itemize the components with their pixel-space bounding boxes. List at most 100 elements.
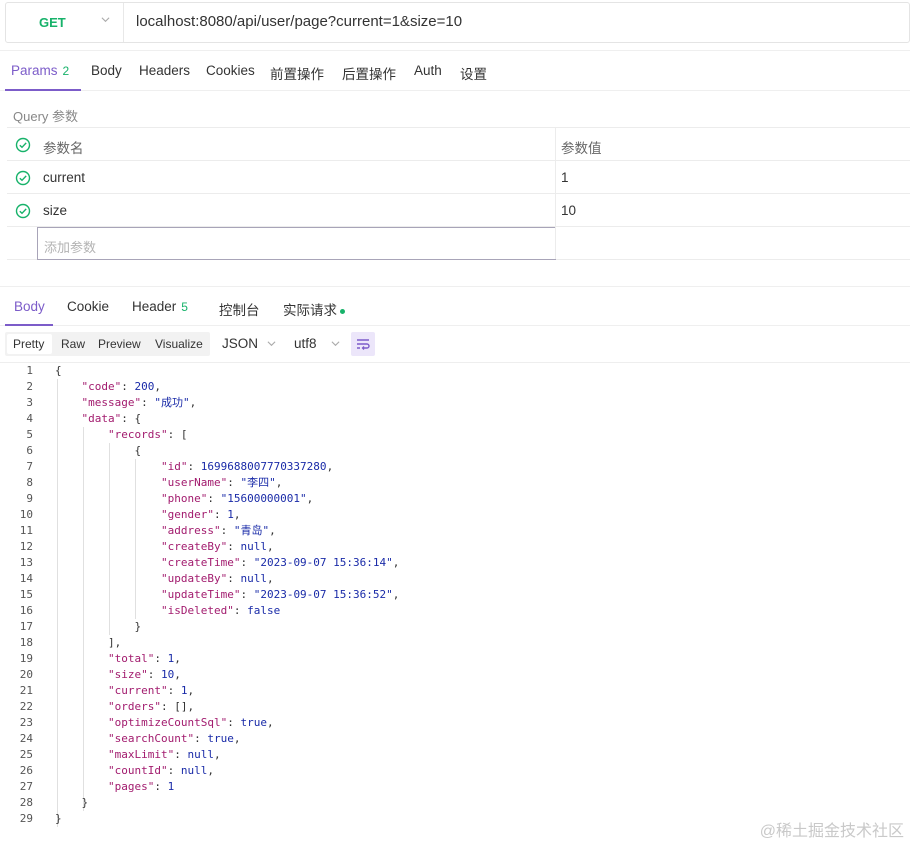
code-line: 24 "searchCount": true, [0,731,910,747]
table-row: size 10 [7,194,910,227]
code-text: "searchCount": true, [107,732,241,745]
tab-settings[interactable]: 设置 [460,63,487,83]
code-text: "countId": null, [107,764,214,777]
params-count-badge: 2 [62,64,70,78]
method-label: GET [39,15,66,30]
code-line: 7 "id": 1699688007770337280, [0,459,910,475]
code-line: 6 { [0,443,910,459]
code-text: "userName": "李四", [160,476,283,489]
line-number: 24 [19,732,33,745]
chevron-down-icon [331,341,340,347]
mode-visualize[interactable]: Visualize [155,337,203,351]
line-number: 19 [19,652,33,665]
line-number: 27 [19,780,33,793]
param-name[interactable]: current [43,170,85,185]
query-params-title: Query 参数 [13,109,79,124]
code-line: 11 "address": "青岛", [0,523,910,539]
code-line: 17 } [0,619,910,635]
line-number: 6 [26,444,33,457]
line-number: 12 [19,540,33,553]
code-text: } [55,812,62,825]
status-dot-icon [340,308,345,314]
code-line: 5 "records": [ [0,427,910,443]
mode-pretty[interactable]: Pretty [13,337,44,351]
code-line: 18 ], [0,635,910,651]
check-circle-icon[interactable] [15,203,31,219]
code-line: 26 "countId": null, [0,763,910,779]
line-number: 5 [26,428,33,441]
tab-response-body[interactable]: Body [14,299,45,314]
line-number: 26 [19,764,33,777]
param-value[interactable]: 1 [561,170,569,185]
tab-params[interactable]: Params 2 [11,63,69,78]
response-code-viewer[interactable]: 1{2 "code": 200, 3 "message": "成功", 4 "dat… [0,362,910,847]
code-line: 14 "updateBy": null, [0,571,910,587]
tab-actual-request[interactable]: 实际请求 [283,299,345,319]
word-wrap-button[interactable] [351,332,375,356]
method-select[interactable]: GET [6,3,124,42]
format-type-select[interactable]: JSON [222,336,258,351]
code-text: "updateTime": "2023-09-07 15:36:52", [160,588,400,601]
mode-raw[interactable]: Raw [61,337,85,351]
url-bar: GET localhost:8080/api/user/page?current… [5,2,910,43]
tab-post-processors[interactable]: 后置操作 [342,63,396,83]
code-text: "address": "青岛", [160,524,276,537]
tab-console[interactable]: 控制台 [219,299,260,319]
line-number: 18 [19,636,33,649]
line-number: 1 [26,364,33,377]
request-tabs: Params 2 Body Headers Cookies 前置操作 后置操作 A… [0,50,910,91]
view-mode-segmented: Pretty Raw Preview Visualize [5,332,210,356]
column-header-value: 参数值 [561,141,602,156]
param-value[interactable]: 10 [561,203,576,218]
add-param-placeholder: 添加参数 [44,240,97,255]
code-text: "optimizeCountSql": true, [107,716,274,729]
tab-auth[interactable]: Auth [414,63,442,78]
code-line: 4 "data": { [0,411,910,427]
code-text: "total": 1, [107,652,181,665]
param-name[interactable]: size [43,203,67,218]
wrap-lines-icon [357,339,370,350]
line-number: 20 [19,668,33,681]
line-number: 17 [19,620,33,633]
add-param-input[interactable]: 添加参数 [37,227,556,260]
tab-headers[interactable]: Headers [139,63,190,78]
code-text: { [55,364,62,377]
tab-label: 实际请求 [283,303,337,318]
code-text: "data": { [81,412,142,425]
encoding-select[interactable]: utf8 [294,336,317,351]
check-circle-icon[interactable] [15,137,31,153]
line-number: 25 [19,748,33,761]
code-text: "message": "成功", [81,396,197,409]
code-text: "id": 1699688007770337280, [160,460,334,473]
add-param-row: 添加参数 [7,227,910,260]
check-circle-icon[interactable] [15,170,31,186]
mode-preview[interactable]: Preview [98,337,141,351]
code-line: 10 "gender": 1, [0,507,910,523]
code-text: "code": 200, [81,380,162,393]
column-divider [555,161,556,193]
line-number: 28 [19,796,33,809]
table-row: current 1 [7,161,910,194]
code-line: 28 } [0,795,910,811]
code-line: 2 "code": 200, [0,379,910,395]
line-number: 29 [19,812,33,825]
tab-cookies[interactable]: Cookies [206,63,255,78]
code-text: "phone": "15600000001", [160,492,314,505]
chevron-down-icon [101,17,110,23]
code-line: 15 "updateTime": "2023-09-07 15:36:52", [0,587,910,603]
line-number: 15 [19,588,33,601]
url-input[interactable]: localhost:8080/api/user/page?current=1&s… [136,13,462,30]
tab-response-header[interactable]: Header 5 [132,299,188,314]
active-tab-indicator [5,324,53,326]
chevron-down-icon [267,341,276,347]
watermark: @稀土掘金技术社区 [759,823,904,840]
table-header-row: 参数名 参数值 [7,128,910,161]
tab-pre-processors[interactable]: 前置操作 [270,63,324,83]
code-line: 13 "createTime": "2023-09-07 15:36:14", [0,555,910,571]
tab-response-cookie[interactable]: Cookie [67,299,109,314]
line-number: 10 [19,508,33,521]
code-text: ], [55,636,122,649]
column-divider [555,194,556,226]
line-number: 4 [26,412,33,425]
tab-body[interactable]: Body [91,63,122,78]
